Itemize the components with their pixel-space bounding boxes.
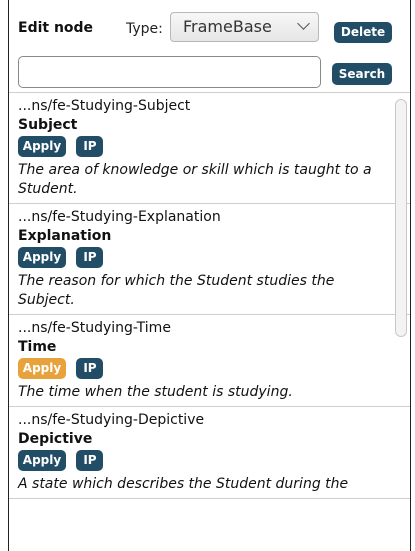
item-name: Time <box>18 339 57 355</box>
apply-button[interactable]: Apply <box>18 136 66 157</box>
item-uri: ...ns/fe-Studying-Time <box>18 320 171 336</box>
type-select[interactable]: FrameBase <box>170 12 319 42</box>
edit-node-panel: Edit node Type: FrameBase Delete Search … <box>8 0 411 551</box>
search-row: Search <box>9 56 410 92</box>
item-description: The area of knowledge or skill which is … <box>18 162 372 197</box>
item-buttons: Apply IP <box>18 450 386 474</box>
item-buttons: Apply IP <box>18 358 386 382</box>
item-uri: ...ns/fe-Studying-Subject <box>18 98 191 114</box>
panel-title: Edit node <box>18 20 94 36</box>
list-item: ...ns/fe-Studying-Explanation Explanatio… <box>9 204 410 315</box>
item-name: Depictive <box>18 431 93 447</box>
apply-button-active[interactable]: Apply <box>18 358 66 379</box>
ip-button[interactable]: IP <box>76 136 104 157</box>
item-uri: ...ns/fe-Studying-Explanation <box>18 209 221 225</box>
ip-button[interactable]: IP <box>76 247 104 268</box>
search-button[interactable]: Search <box>332 63 392 85</box>
list-item: ...ns/fe-Studying-Depictive Depictive Ap… <box>9 407 410 499</box>
apply-button[interactable]: Apply <box>18 450 66 471</box>
list-item: ...ns/fe-Studying-Time Time Apply IP The… <box>9 315 410 407</box>
item-name: Explanation <box>18 228 112 244</box>
delete-button[interactable]: Delete <box>334 22 392 43</box>
ip-button[interactable]: IP <box>76 450 104 471</box>
item-name: Subject <box>18 117 78 133</box>
type-select-value: FrameBase <box>183 17 272 36</box>
type-label: Type: <box>126 21 163 37</box>
item-uri: ...ns/fe-Studying-Depictive <box>18 412 205 428</box>
item-description: A state which describes the Student duri… <box>18 476 349 492</box>
chevron-down-icon <box>297 17 310 30</box>
frame-element-list: ...ns/fe-Studying-Subject Subject Apply … <box>9 92 410 551</box>
search-input[interactable] <box>18 56 321 88</box>
ip-button[interactable]: IP <box>76 358 104 379</box>
item-buttons: Apply IP <box>18 247 386 271</box>
list-item: ...ns/fe-Studying-Subject Subject Apply … <box>9 93 410 204</box>
list-scrollbar[interactable] <box>395 99 407 337</box>
item-description: The time when the student is studying. <box>18 384 293 400</box>
item-buttons: Apply IP <box>18 136 386 160</box>
item-description: The reason for which the Student studies… <box>18 273 335 308</box>
apply-button[interactable]: Apply <box>18 247 66 268</box>
header: Edit node Type: FrameBase Delete <box>9 0 410 50</box>
